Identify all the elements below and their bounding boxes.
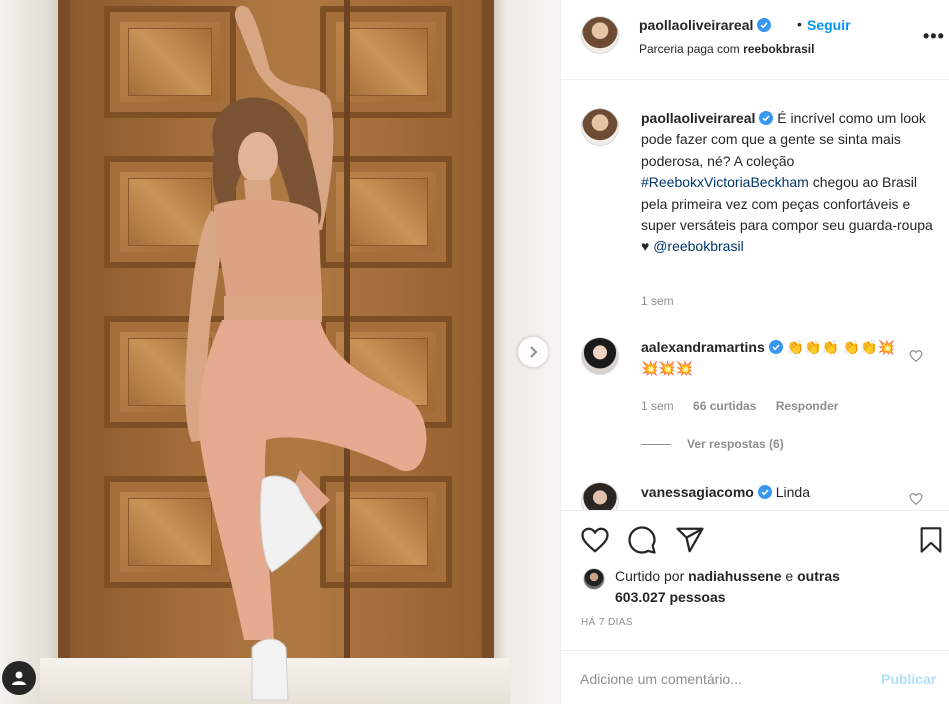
paid-partnership-label: Parceria paga com reebokbrasil [639,42,814,56]
header-separator: • [797,16,802,32]
comment-bubble-icon[interactable] [627,525,657,555]
partner-link[interactable]: reebokbrasil [743,42,814,56]
reply-button[interactable]: Responder [776,399,839,413]
avatar[interactable] [583,568,605,590]
caption-username[interactable]: paollaoliveirareal [641,110,755,126]
comment-likes[interactable]: 66 curtidas [693,399,756,413]
verified-badge-icon [768,340,783,354]
view-replies-button[interactable]: Ver respostas (6) [641,437,784,451]
verified-badge-icon [759,111,774,125]
comment-meta: 1 sem 66 curtidas Responder [641,399,854,413]
comment-time[interactable]: 1 sem [641,399,674,413]
comment: aalexandramartins 👏👏👏 👏👏💥💥💥💥 [641,337,911,379]
avatar[interactable] [581,16,619,54]
user-icon [12,671,26,685]
likes-conjunction: e [785,568,794,584]
save-bookmark-icon[interactable] [917,525,945,555]
header-username[interactable]: paollaoliveirareal [639,17,772,33]
comment-text: Linda [775,484,810,500]
like-comment-heart-icon[interactable] [909,492,923,506]
liked-by-user[interactable]: nadiahussene [688,568,781,584]
comment-username[interactable]: vanessagiacomo [641,484,754,500]
avatar[interactable] [581,108,619,146]
verified-badge-icon [757,18,772,32]
comment-input[interactable] [580,665,870,693]
verified-badge-icon [757,485,772,499]
add-comment-form: Publicar [561,650,949,704]
more-options-button[interactable]: ••• [923,26,945,47]
publish-button[interactable]: Publicar [881,671,936,687]
avatar[interactable] [581,337,619,375]
share-paper-plane-icon[interactable] [675,525,705,555]
comments-section[interactable]: paollaoliveirareal É incrível como um lo… [561,80,949,510]
like-heart-icon[interactable] [580,525,610,555]
view-replies-label: Ver respostas (6) [687,437,784,451]
likes-summary: Curtido por nadiahussene e outras 603.02… [561,566,949,612]
action-bar [561,510,949,570]
likes-text[interactable]: Curtido por nadiahussene e outras 603.02… [615,566,855,608]
mention-link[interactable]: @reebokbrasil [653,238,743,254]
tagged-users-button[interactable] [2,661,36,695]
chevron-right-icon [530,346,538,358]
caption: paollaoliveirareal É incrível como um lo… [641,108,937,258]
post-date[interactable]: HÁ 7 DIAS [581,617,633,628]
next-photo-button[interactable] [518,337,548,367]
post-header: paollaoliveirareal • Seguir Parceria pag… [561,0,949,80]
hashtag-link[interactable]: #ReebokxVictoriaBeckham [641,174,809,190]
partnership-prefix: Parceria paga com [639,42,740,56]
caption-time[interactable]: 1 sem [641,294,674,308]
post-photo[interactable] [0,0,560,704]
comment-username[interactable]: aalexandramartins [641,339,765,355]
woman-figure [185,5,427,701]
likes-prefix: Curtido por [615,568,685,584]
avatar[interactable] [581,482,619,510]
follow-button[interactable]: Seguir [807,17,851,33]
post-side-panel: paollaoliveirareal • Seguir Parceria pag… [560,0,949,704]
comment: vanessagiacomo Linda [641,482,911,503]
like-comment-heart-icon[interactable] [909,349,923,363]
divider [641,444,671,446]
